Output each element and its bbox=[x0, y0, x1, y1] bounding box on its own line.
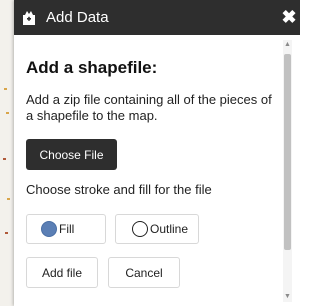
screen: Add Data ✖ Add a shapefile: Add a zip fi… bbox=[0, 0, 300, 306]
close-icon[interactable]: ✖ bbox=[280, 7, 298, 27]
vertical-scrollbar[interactable]: ▲ ▼ bbox=[283, 40, 292, 302]
outline-option-button[interactable]: Outline bbox=[115, 214, 199, 244]
dialog-title: Add Data bbox=[46, 9, 109, 26]
map-feature bbox=[5, 232, 8, 234]
outline-swatch-icon bbox=[132, 221, 148, 237]
add-data-icon bbox=[20, 9, 38, 27]
map-feature bbox=[7, 198, 10, 200]
scroll-thumb[interactable] bbox=[284, 54, 291, 250]
choose-file-button[interactable]: Choose File bbox=[26, 139, 117, 170]
fill-swatch-icon bbox=[41, 221, 57, 237]
map-feature bbox=[6, 112, 9, 114]
dialog-titlebar[interactable]: Add Data ✖ bbox=[14, 0, 300, 35]
add-data-dialog: Add Data ✖ Add a shapefile: Add a zip fi… bbox=[14, 0, 300, 306]
dialog-heading: Add a shapefile: bbox=[26, 58, 158, 77]
stroke-fill-label: Choose stroke and fill for the file bbox=[26, 182, 212, 197]
fill-option-label: Fill bbox=[59, 222, 75, 236]
map-feature bbox=[3, 158, 6, 160]
add-file-button[interactable]: Add file bbox=[26, 257, 98, 288]
dialog-content: Add a shapefile: Add a zip file containi… bbox=[14, 35, 284, 306]
scroll-down-icon[interactable]: ▼ bbox=[283, 292, 292, 302]
outline-option-label: Outline bbox=[150, 222, 189, 236]
fill-option-button[interactable]: Fill bbox=[26, 214, 106, 244]
cancel-button[interactable]: Cancel bbox=[108, 257, 180, 288]
scroll-up-icon[interactable]: ▲ bbox=[283, 40, 292, 50]
dialog-description: Add a zip file containing all of the pie… bbox=[26, 92, 272, 123]
map-feature bbox=[4, 88, 7, 90]
